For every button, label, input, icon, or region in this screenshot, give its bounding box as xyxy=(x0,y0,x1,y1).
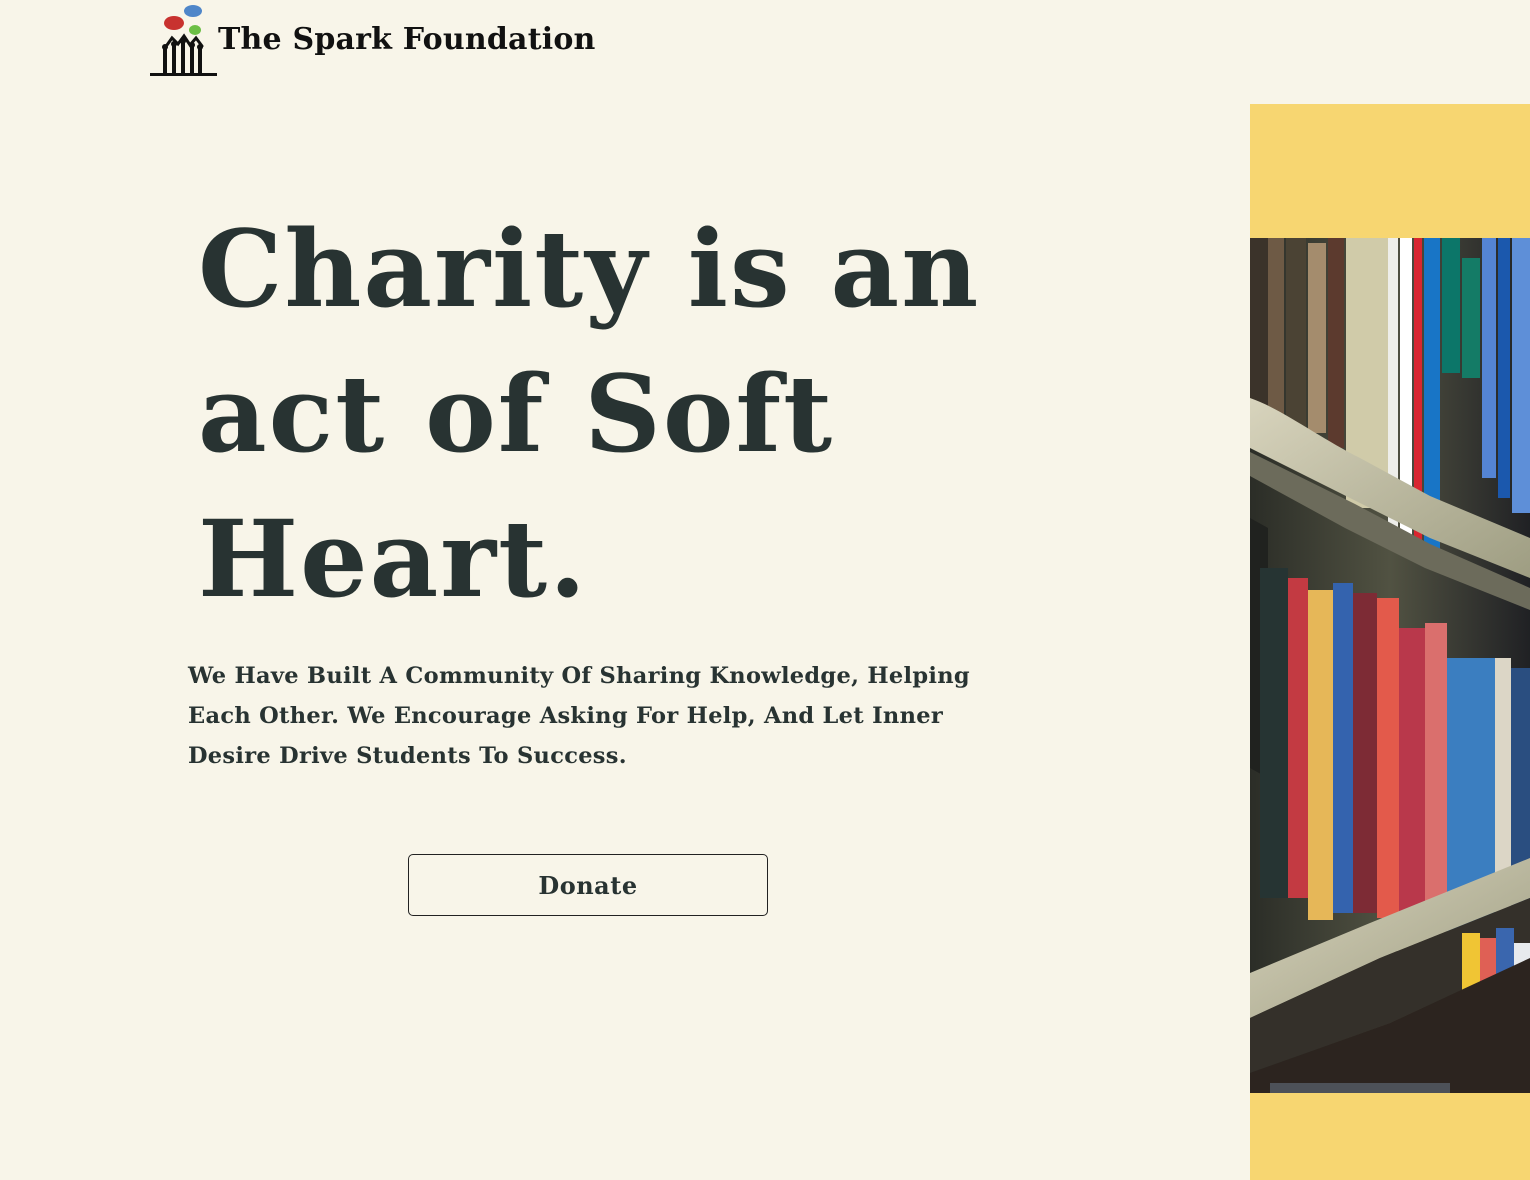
brand-logo[interactable]: The Spark Foundation xyxy=(148,2,608,78)
hero-title: Charity is an act of Soft Heart. xyxy=(198,206,981,621)
brand-name: The Spark Foundation xyxy=(218,22,596,57)
donate-button[interactable]: Donate xyxy=(408,854,768,916)
library-bookshelf-image xyxy=(1250,238,1530,1093)
foundation-logo-icon xyxy=(150,5,217,76)
hero-subtitle: We Have Built A Community Of Sharing Kno… xyxy=(188,663,970,769)
